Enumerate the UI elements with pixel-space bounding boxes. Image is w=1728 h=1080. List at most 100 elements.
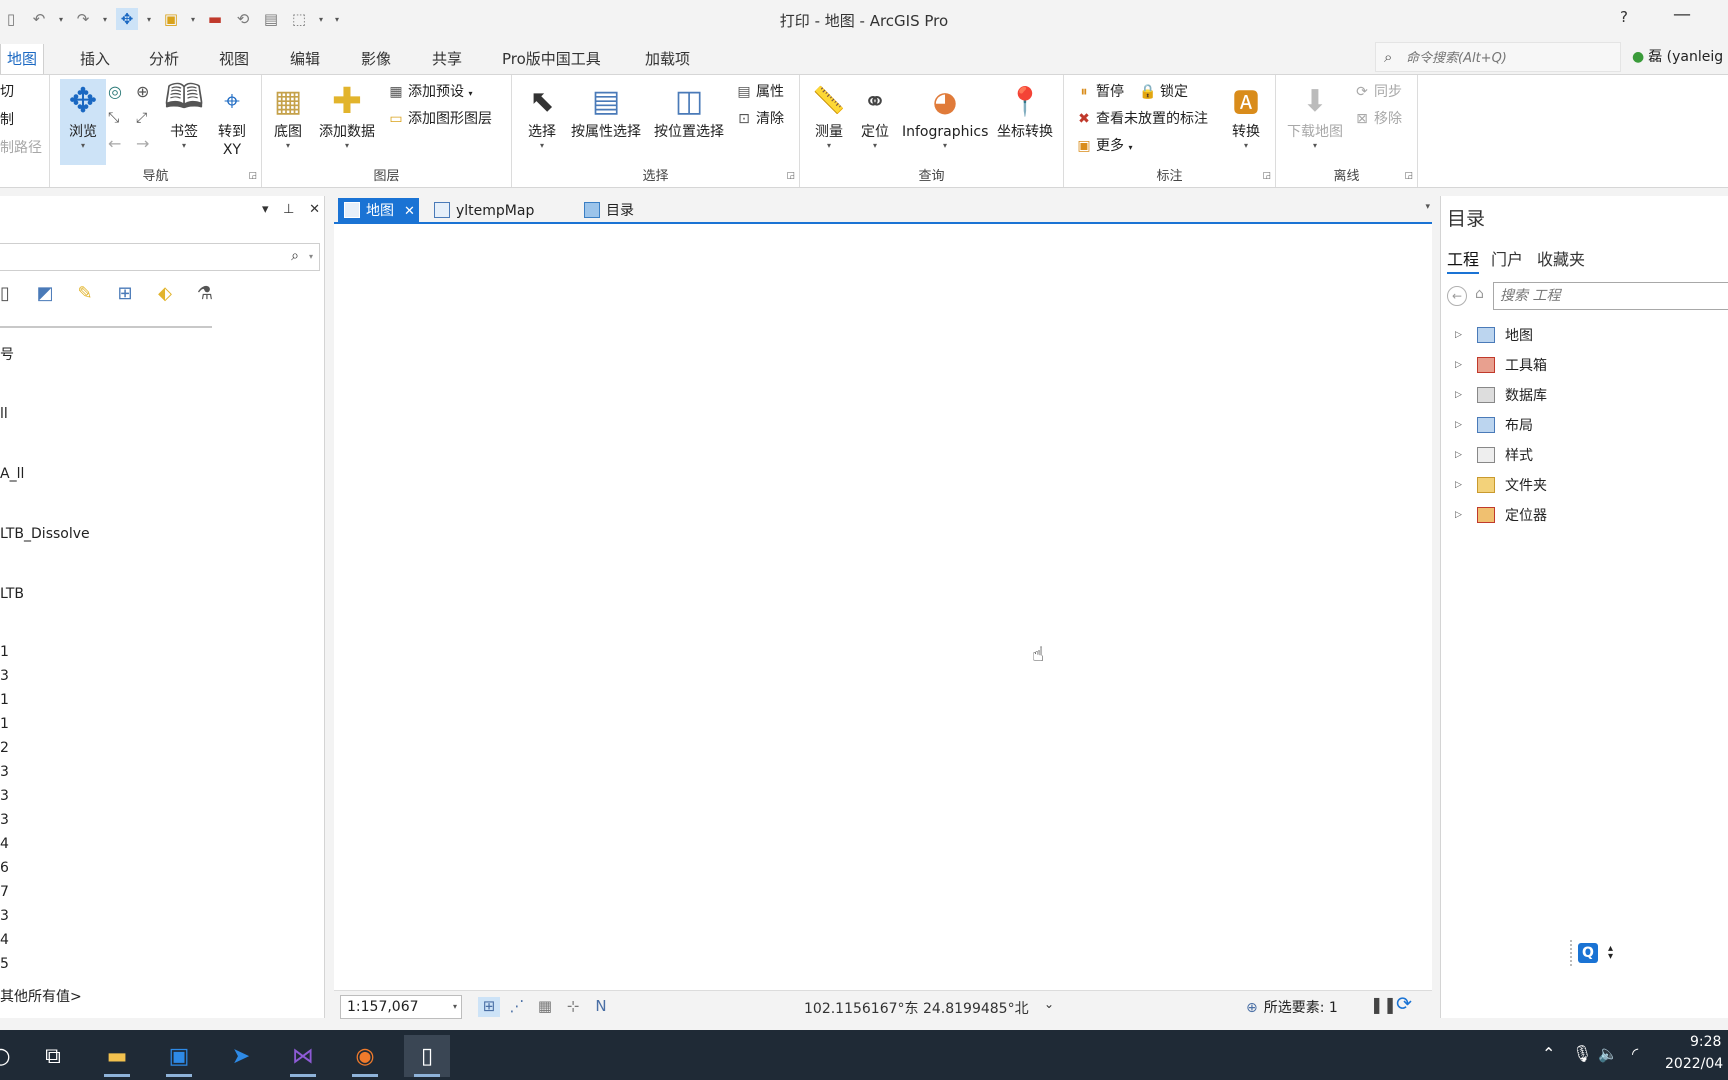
- tab-edit[interactable]: 编辑: [288, 44, 322, 74]
- tree-item-maps[interactable]: ▷ 地图: [1455, 324, 1533, 346]
- tab-project[interactable]: 工程: [1447, 246, 1480, 274]
- copy-path-button[interactable]: 制路径: [0, 137, 42, 159]
- close-icon[interactable]: ✕: [309, 202, 320, 217]
- sync-button[interactable]: ⟳ 同步: [1352, 81, 1402, 103]
- tab-view[interactable]: 视图: [217, 44, 251, 74]
- list-by-source-icon[interactable]: ▯: [0, 280, 18, 306]
- microphone-icon[interactable]: 🎙: [1572, 1044, 1592, 1063]
- dialog-launcher-icon[interactable]: ◲: [1404, 171, 1413, 181]
- command-search-box[interactable]: ⌕: [1375, 42, 1621, 72]
- zoom-layer-icon[interactable]: ⊕: [136, 81, 149, 103]
- select-tool-icon[interactable]: ⬚: [288, 8, 310, 30]
- tab-insert[interactable]: 插入: [78, 44, 112, 74]
- history-icon[interactable]: ⟲: [232, 8, 254, 30]
- tab-favorites[interactable]: 收藏夹: [1537, 246, 1585, 270]
- arcgis-pro-icon[interactable]: ▯: [404, 1035, 450, 1077]
- layer-label[interactable]: LTB: [0, 586, 24, 602]
- clock-time[interactable]: 9:28: [1690, 1034, 1721, 1050]
- tab-catalog-view[interactable]: 目录: [584, 198, 634, 224]
- close-icon[interactable]: ✕: [404, 204, 415, 219]
- select-dropdown-icon[interactable]: ▾: [316, 8, 326, 30]
- list-by-snapping-icon[interactable]: ⊞: [112, 280, 138, 306]
- browse-button[interactable]: ✥ 浏览 ▾: [60, 79, 106, 165]
- tree-item-layouts[interactable]: ▷ 布局: [1455, 414, 1533, 436]
- layer-label[interactable]: A_ll: [0, 466, 24, 482]
- refresh-icon[interactable]: ⟳: [1396, 993, 1412, 1015]
- pane-options-icon[interactable]: ▾: [262, 202, 269, 217]
- explore-dropdown-icon[interactable]: ▾: [144, 8, 154, 30]
- tab-map[interactable]: 地图: [0, 44, 45, 74]
- tab-share[interactable]: 共享: [430, 44, 464, 74]
- tab-pro-china-tools[interactable]: Pro版中国工具: [500, 44, 603, 74]
- view-unplaced-labels-button[interactable]: ✖ 查看未放置的标注: [1074, 108, 1208, 130]
- list-by-perspective-icon[interactable]: ⚗: [192, 280, 218, 306]
- redo-dropdown-icon[interactable]: ▾: [100, 8, 110, 30]
- grid-icon[interactable]: ▦: [534, 997, 556, 1017]
- tree-item-styles[interactable]: ▷ 样式: [1455, 444, 1533, 466]
- meeting-app-icon[interactable]: ▣: [156, 1035, 202, 1077]
- select-by-location-button[interactable]: ◫ 按位置选择: [650, 79, 728, 141]
- back-arrow-icon[interactable]: ←: [1447, 286, 1467, 306]
- tree-item-folders[interactable]: ▷ 文件夹: [1455, 474, 1547, 496]
- expand-arrow-icon[interactable]: ▷: [1455, 390, 1469, 400]
- layer-label[interactable]: ll: [0, 406, 8, 422]
- customize-qat-icon[interactable]: ▾: [332, 8, 342, 30]
- explore-tool-icon[interactable]: ✥: [116, 8, 138, 30]
- add-data-quick-icon[interactable]: ▣: [160, 8, 182, 30]
- chevron-down-icon[interactable]: ⌄: [1044, 997, 1054, 1011]
- select-by-attributes-button[interactable]: ▤ 按属性选择: [568, 79, 644, 141]
- search-icon[interactable]: ○: [0, 1035, 24, 1077]
- catalog-search-box[interactable]: [1493, 282, 1728, 310]
- task-view-icon[interactable]: ⧉: [30, 1035, 76, 1077]
- tab-addins[interactable]: 加载项: [643, 44, 692, 74]
- basemap-button[interactable]: ▦ 底图 ▾: [268, 79, 308, 151]
- expand-arrow-icon[interactable]: ▷: [1455, 450, 1469, 460]
- remove-offline-button[interactable]: ⊠ 移除: [1352, 108, 1402, 130]
- file-explorer-icon[interactable]: ▬: [94, 1035, 140, 1077]
- list-by-editing-icon[interactable]: ✎: [72, 280, 98, 306]
- tab-yltempmap[interactable]: yltempMap: [434, 198, 534, 224]
- tab-map-view[interactable]: 地图 ✕: [338, 198, 419, 224]
- snapping-icon[interactable]: ⋰: [506, 997, 528, 1017]
- pause-labels-button[interactable]: ⏸ 暂停: [1074, 81, 1125, 103]
- convert-labels-button[interactable]: 🅰 转换 ▾: [1226, 79, 1266, 151]
- attributes-button[interactable]: ▤ 属性: [734, 81, 784, 103]
- list-by-selection-icon[interactable]: ◩: [32, 280, 58, 306]
- pause-drawing-icon[interactable]: ❚❚: [1370, 995, 1397, 1014]
- clock-date[interactable]: 2022/04: [1665, 1056, 1723, 1072]
- tabs-dropdown-icon[interactable]: ▾: [1425, 202, 1430, 212]
- layer-label[interactable]: LTB_Dissolve: [0, 526, 90, 542]
- undo-icon[interactable]: ↶: [28, 8, 50, 30]
- chevron-down-icon[interactable]: ▾: [309, 252, 313, 261]
- contents-search-box[interactable]: ⌕ ▾: [0, 243, 320, 271]
- measure-button[interactable]: 📏 测量 ▾: [808, 79, 850, 151]
- select-button[interactable]: ⬉ 选择 ▾: [524, 79, 560, 151]
- full-extent-icon[interactable]: ◎: [108, 81, 122, 103]
- visual-studio-icon[interactable]: ⋈: [280, 1035, 326, 1077]
- user-account[interactable]: ● 磊 (yanleig: [1632, 46, 1723, 66]
- expand-arrow-icon[interactable]: ▷: [1455, 330, 1469, 340]
- ime-widget[interactable]: Q ▴ ▾: [1570, 940, 1630, 966]
- add-data-button[interactable]: ✚ 添加数据 ▾: [316, 79, 378, 151]
- goto-xy-button[interactable]: ⌖ 转到 XY: [210, 79, 254, 159]
- tab-imagery[interactable]: 影像: [359, 44, 393, 74]
- scale-selector[interactable]: 1:157,067 ▾: [340, 995, 462, 1019]
- locate-button[interactable]: ⚭ 定位 ▾: [856, 79, 894, 151]
- coordinate-conversion-button[interactable]: 📍 坐标转换: [994, 79, 1056, 141]
- cut-button[interactable]: 切: [0, 81, 14, 103]
- expand-arrow-icon[interactable]: ▷: [1455, 360, 1469, 370]
- infographics-button[interactable]: ◕ Infographics ▾: [902, 79, 988, 151]
- toolbox-icon[interactable]: ▬: [204, 8, 226, 30]
- list-by-labeling-icon[interactable]: ⬖: [152, 280, 178, 306]
- fixed-zoom-out-icon[interactable]: ⤢: [136, 107, 147, 129]
- redo-icon[interactable]: ↷: [72, 8, 94, 30]
- constraint-icon[interactable]: ⊹: [562, 997, 584, 1017]
- expand-arrow-icon[interactable]: ▷: [1455, 510, 1469, 520]
- add-graphics-layer-button[interactable]: ▭ 添加图形图层: [386, 108, 492, 130]
- previous-extent-icon[interactable]: ←: [108, 133, 121, 155]
- selected-features-count[interactable]: ⊕ 所选要素: 1: [1246, 997, 1338, 1017]
- messenger-app-icon[interactable]: ➤: [218, 1035, 264, 1077]
- next-extent-icon[interactable]: →: [136, 133, 149, 155]
- firefox-icon[interactable]: ◉: [342, 1035, 388, 1077]
- tab-analysis[interactable]: 分析: [147, 44, 181, 74]
